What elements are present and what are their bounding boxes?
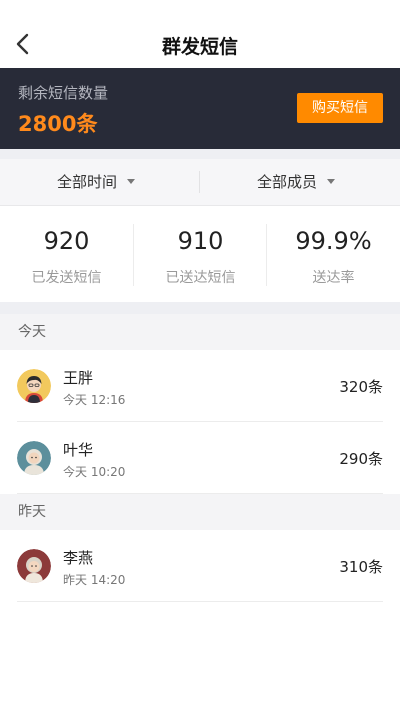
section-header-today: 今天 <box>0 314 400 350</box>
time-filter-label: 全部时间 <box>57 173 118 191</box>
caret-down-icon <box>127 179 136 184</box>
member-name: 叶华 <box>63 441 94 459</box>
divider <box>0 302 400 314</box>
avatar-icon <box>17 369 51 403</box>
message-count: 310条 <box>339 558 383 576</box>
row-divider <box>17 601 383 602</box>
member-name: 李燕 <box>63 549 94 567</box>
stat-delivery-rate: 99.9% 送达率 <box>267 207 400 302</box>
list-item[interactable]: 李燕 昨天 14:20 310条 <box>0 530 400 602</box>
stat-delivered: 910 已送达短信 <box>134 207 267 302</box>
avatar-icon <box>17 441 51 475</box>
send-time: 今天 10:20 <box>63 465 126 479</box>
balance-value: 2800条 <box>18 112 98 136</box>
stat-value: 910 <box>177 227 224 255</box>
message-count: 320条 <box>339 378 383 396</box>
member-filter-dropdown[interactable]: 全部成员 <box>257 159 336 206</box>
avatar-icon <box>17 549 51 583</box>
filter-bar: 全部时间 全部成员 <box>0 159 400 206</box>
member-name: 王胖 <box>63 369 94 387</box>
send-time: 今天 12:16 <box>63 393 126 407</box>
member-filter-label: 全部成员 <box>257 173 318 191</box>
filter-divider <box>199 171 200 193</box>
stat-label: 已送达短信 <box>165 270 236 286</box>
page-title: 群发短信 <box>161 36 238 58</box>
stat-label: 已发送短信 <box>31 270 102 286</box>
list-item[interactable]: 王胖 今天 12:16 320条 <box>0 350 400 422</box>
time-filter-dropdown[interactable]: 全部时间 <box>57 159 136 206</box>
buy-sms-button[interactable]: 购买短信 <box>297 93 383 123</box>
balance-label: 剩余短信数量 <box>18 84 109 102</box>
list-item[interactable]: 叶华 今天 10:20 290条 <box>0 422 400 494</box>
sms-balance-banner: 剩余短信数量 2800条 购买短信 <box>0 68 400 149</box>
stat-sent: 920 已发送短信 <box>0 207 133 302</box>
stats-panel: 920 已发送短信 910 已送达短信 99.9% 送达率 <box>0 207 400 302</box>
message-count: 290条 <box>339 450 383 468</box>
nav-bar: 群发短信 <box>0 0 400 68</box>
section-header-yesterday: 昨天 <box>0 494 400 530</box>
stat-value: 920 <box>43 227 90 255</box>
stat-label: 送达率 <box>312 270 355 286</box>
stat-value: 99.9% <box>295 227 372 255</box>
send-time: 昨天 14:20 <box>63 573 126 587</box>
divider <box>0 149 400 159</box>
caret-down-icon <box>327 179 336 184</box>
